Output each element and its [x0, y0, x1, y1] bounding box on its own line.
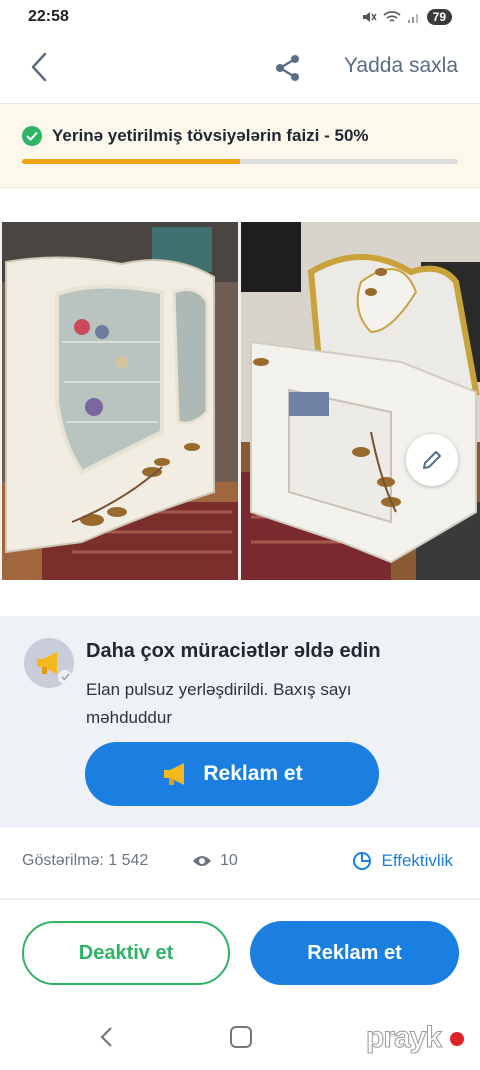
verified-check-icon [58, 670, 72, 684]
impressions-count: Göstərilmə: 1 542 [22, 852, 149, 869]
views-stat: 10 [192, 852, 238, 870]
back-button[interactable] [22, 50, 56, 84]
effectiveness-link[interactable]: Effektivlik [352, 851, 454, 871]
advertise-button[interactable]: Reklam et [250, 921, 459, 985]
recommendations-row: Yerinə yetirilmiş tövsiyələrin faizi - 5… [22, 126, 369, 146]
watermark: prayk [365, 1021, 442, 1055]
promo-avatar [24, 638, 74, 688]
share-icon [276, 55, 299, 81]
status-icons: 79 [361, 9, 452, 25]
effectiveness-label: Effektivlik [381, 851, 454, 870]
promo-description: Elan pulsuz yerləşdirildi. Baxış sayı mə… [86, 680, 352, 727]
pencil-icon [423, 451, 441, 469]
watermark-dot [450, 1032, 464, 1046]
edit-photos-button[interactable] [406, 434, 458, 486]
chevron-left-icon [31, 52, 47, 82]
stats-row: Göstərilmə: 1 542 10 Effektivlik [0, 838, 480, 884]
status-bar: 22:58 79 [0, 0, 480, 34]
pie-chart-icon [352, 852, 371, 870]
recommendations-banner[interactable]: Yerinə yetirilmiş tövsiyələrin faizi - 5… [0, 104, 480, 188]
chevron-left-icon [100, 1027, 112, 1047]
save-button[interactable]: Yadda saxla [344, 54, 458, 78]
system-home-button[interactable] [230, 1026, 252, 1048]
views-count: 10 [220, 852, 238, 869]
check-circle-icon [22, 126, 42, 146]
promotion-card: Daha çox müraciətlər əldə edin Elan puls… [0, 616, 480, 828]
promo-advertise-button[interactable]: Reklam et [85, 742, 379, 806]
system-back-button[interactable] [96, 1025, 120, 1049]
promo-title: Daha çox müraciətlər əldə edin [86, 640, 381, 662]
eye-icon [193, 856, 211, 866]
battery-indicator: 79 [426, 9, 452, 25]
recommendations-progress-bar [22, 159, 458, 164]
megaphone-icon [164, 763, 185, 785]
photo-display-cabinet[interactable] [2, 222, 238, 580]
top-app-bar: Yadda saxla [0, 34, 480, 104]
promo-advertise-label: Reklam et [203, 762, 303, 785]
signal-icon [407, 14, 418, 23]
status-time: 22:58 [28, 8, 69, 25]
wifi-icon [383, 11, 401, 22]
progress-fill [22, 159, 240, 164]
share-button[interactable] [270, 50, 306, 86]
system-nav-bar: prayk [0, 1005, 480, 1070]
mute-icon [362, 12, 377, 22]
deactivate-button[interactable]: Deaktiv et [22, 921, 230, 985]
photo-sideboard[interactable] [241, 222, 480, 580]
recommendations-text: Yerinə yetirilmiş tövsiyələrin faizi - 5… [52, 126, 369, 145]
divider [0, 898, 480, 900]
photo-gallery[interactable] [0, 222, 480, 580]
